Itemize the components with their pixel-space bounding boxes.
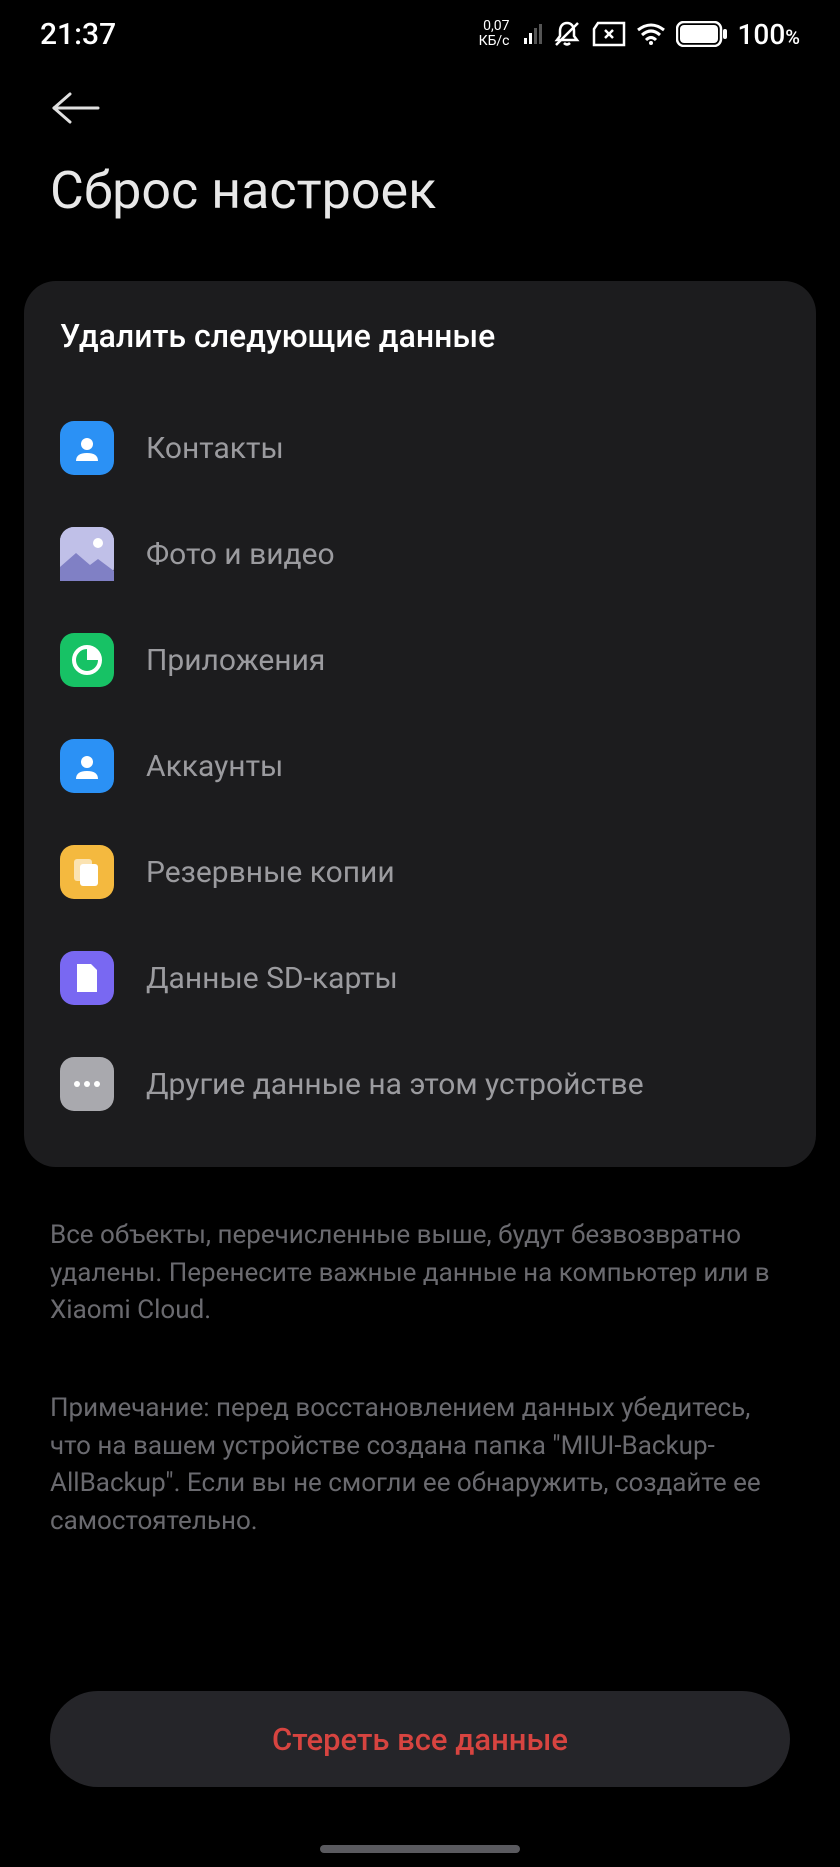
status-time: 21:37 bbox=[40, 17, 116, 52]
dnd-icon bbox=[552, 19, 582, 49]
erase-all-button[interactable]: Стереть все данные bbox=[50, 1691, 790, 1787]
battery-percent-value: 100 bbox=[738, 18, 786, 51]
battery-percent-sign: % bbox=[785, 25, 800, 49]
info-text-2: Примечание: перед восстановлением данных… bbox=[0, 1360, 840, 1541]
status-bar: 21:37 0,07 КБ/с bbox=[0, 0, 840, 60]
back-arrow-icon bbox=[50, 90, 102, 126]
erase-all-button-label: Стереть все данные bbox=[272, 1721, 568, 1758]
data-item: Фото и видео bbox=[60, 501, 780, 607]
data-item: Другие данные на этом устройстве bbox=[60, 1031, 780, 1137]
data-item: Контакты bbox=[60, 395, 780, 501]
data-item-label: Фото и видео bbox=[146, 537, 335, 572]
data-item: Приложения bbox=[60, 607, 780, 713]
data-item-label: Резервные копии bbox=[146, 855, 395, 890]
data-item-label: Аккаунты bbox=[146, 749, 283, 784]
card-title: Удалить следующие данные bbox=[60, 317, 780, 355]
backups-icon bbox=[60, 845, 114, 899]
data-item-label: Контакты bbox=[146, 431, 284, 466]
sim-error-icon bbox=[592, 21, 626, 47]
network-speed-value: 0,07 bbox=[483, 19, 509, 34]
data-item-label: Данные SD-карты bbox=[146, 961, 398, 996]
back-button[interactable] bbox=[0, 60, 840, 150]
data-item-label: Другие данные на этом устройстве bbox=[146, 1067, 644, 1102]
signal-icon bbox=[524, 24, 542, 44]
wifi-icon bbox=[636, 22, 666, 46]
data-item: Резервные копии bbox=[60, 819, 780, 925]
page-title: Сброс настроек bbox=[0, 150, 840, 261]
apps-icon bbox=[60, 633, 114, 687]
photos-icon bbox=[60, 527, 114, 581]
battery-percent: 100% bbox=[738, 18, 800, 51]
battery-icon bbox=[676, 21, 728, 47]
data-item: Аккаунты bbox=[60, 713, 780, 819]
accounts-icon bbox=[60, 739, 114, 793]
contacts-icon bbox=[60, 421, 114, 475]
data-item: Данные SD-карты bbox=[60, 925, 780, 1031]
info-text-1: Все объекты, перечисленные выше, будут б… bbox=[0, 1187, 840, 1330]
status-right: 0,07 КБ/с bbox=[479, 18, 800, 51]
data-item-label: Приложения bbox=[146, 643, 325, 678]
gesture-bar[interactable] bbox=[320, 1845, 520, 1853]
data-deletion-card: Удалить следующие данные Контакты Фото и … bbox=[24, 281, 816, 1167]
sdcard-icon bbox=[60, 951, 114, 1005]
network-speed: 0,07 КБ/с bbox=[479, 19, 510, 50]
other-icon bbox=[60, 1057, 114, 1111]
network-speed-unit: КБ/с bbox=[479, 34, 510, 49]
